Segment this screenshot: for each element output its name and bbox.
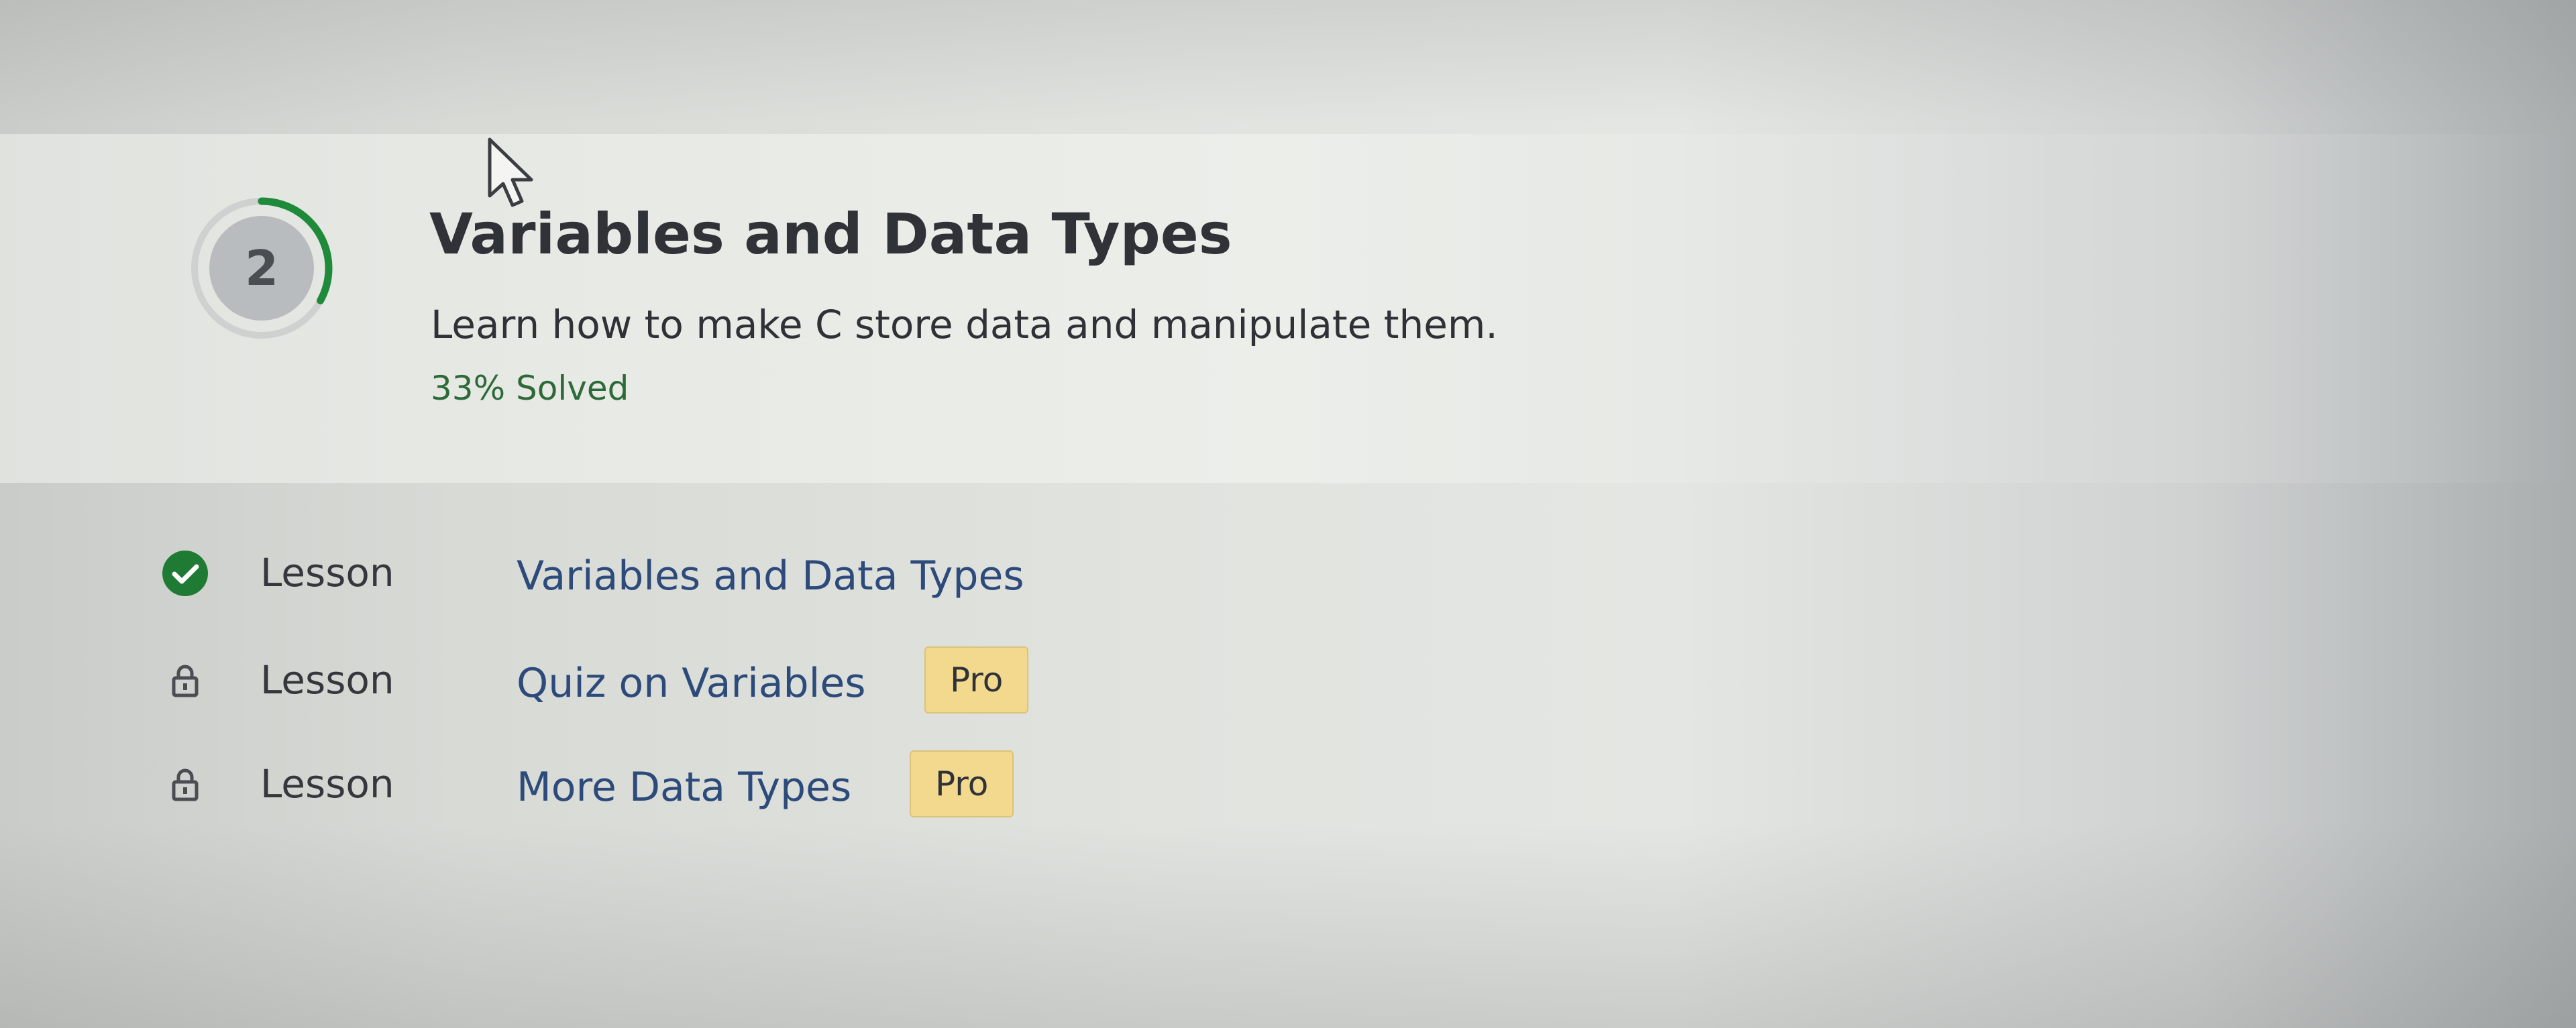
lesson-row[interactable]: Lesson Variables and Data Types (0, 530, 1208, 617)
module-number: 2 (244, 240, 279, 296)
module-description: Learn how to make C store data and manip… (431, 302, 1498, 347)
lesson-row[interactable]: Lesson Quiz on Variables Pro (0, 637, 1208, 724)
lesson-row[interactable]: Lesson More Data Types Pro (0, 741, 1208, 828)
lesson-type-label: Lesson (260, 761, 394, 807)
lesson-title-link[interactable]: More Data Types (517, 764, 851, 811)
module-progress-text: 33% Solved (431, 369, 629, 408)
lesson-title-link[interactable]: Variables and Data Types (517, 553, 1024, 599)
lesson-type-label: Lesson (260, 550, 394, 595)
lesson-type-label: Lesson (260, 657, 394, 703)
lock-icon (158, 758, 212, 811)
pro-badge: Pro (910, 750, 1014, 817)
lesson-title-link[interactable]: Quiz on Variables (517, 660, 866, 707)
mouse-cursor-icon (488, 137, 533, 207)
lock-icon (158, 654, 212, 707)
pro-badge: Pro (924, 646, 1029, 713)
check-circle-icon (158, 547, 212, 600)
